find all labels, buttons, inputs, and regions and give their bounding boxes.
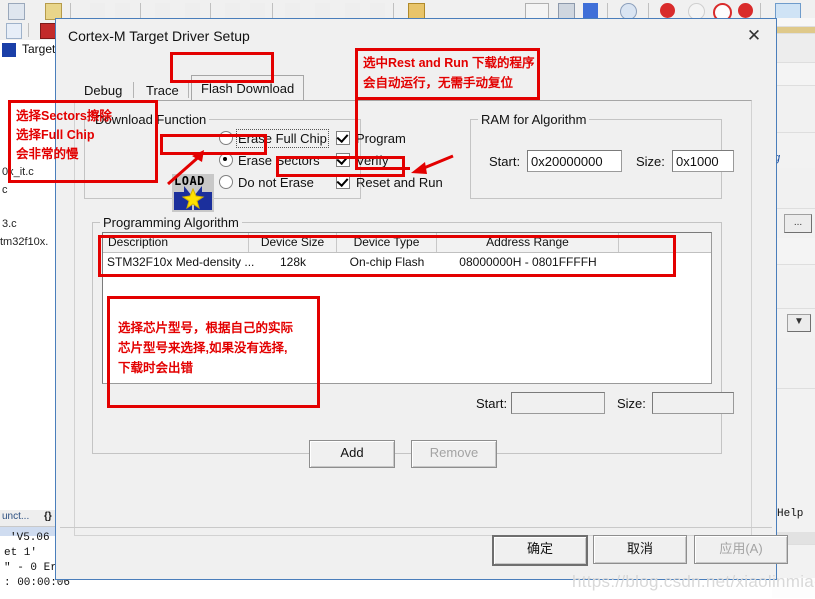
radio-indicator[interactable] <box>219 153 233 167</box>
annotation-top-line-2: 会自动运行，无需手动复位 <box>363 76 514 90</box>
toolbar-icon-new[interactable] <box>8 3 25 20</box>
remove-button[interactable]: Remove <box>411 440 497 468</box>
annotation-bottom-line-2: 芯片型号来选择,如果没有选择, <box>118 341 288 355</box>
annotation-highlight-table-row <box>98 235 676 277</box>
footer-divider <box>60 527 772 528</box>
output-tab-functions[interactable]: unct... <box>2 511 29 522</box>
radio-do-not-erase[interactable]: Do not Erase <box>219 175 314 190</box>
toolbar2-icon-stop[interactable] <box>40 23 56 39</box>
toolbar-icon-uncomment[interactable] <box>370 3 385 18</box>
algo-start-input[interactable] <box>511 392 605 414</box>
algo-size-label: Size: <box>617 396 646 411</box>
ok-button[interactable]: 确定 <box>492 535 588 566</box>
toolbar-icon-indent-left[interactable] <box>285 3 300 18</box>
ram-size-input[interactable]: 0x1000 <box>672 150 734 172</box>
project-load-icon <box>2 43 16 57</box>
checkbox-program[interactable]: Program <box>336 131 406 146</box>
help-button[interactable]: Help <box>777 508 803 520</box>
watermark: https://blog.csdn.net/xiaolinmiao0 <box>572 572 815 591</box>
tab-debug[interactable]: Debug <box>74 79 133 102</box>
code-line: tm32f10x. <box>0 236 49 248</box>
project-tab-target[interactable]: Target <box>22 42 55 56</box>
algo-size-input[interactable] <box>652 392 734 414</box>
checkbox-indicator[interactable] <box>336 175 350 189</box>
browse-button[interactable]: ... <box>784 214 812 233</box>
annotation-bottom-line-1: 选择芯片型号，根据自己的实际 <box>118 321 294 335</box>
ram-start-label: Start: <box>489 154 521 169</box>
radio-indicator[interactable] <box>219 175 233 189</box>
checkbox-indicator[interactable] <box>336 131 350 145</box>
apply-button[interactable]: 应用(A) <box>694 535 788 564</box>
toolbar-icon-breakpoint-kill[interactable] <box>738 3 753 18</box>
annotation-connector-vertical <box>355 98 358 170</box>
code-line: c <box>2 184 8 196</box>
annotation-connector-horizontal <box>355 167 410 170</box>
add-button[interactable]: Add <box>309 440 395 468</box>
ram-start-input[interactable]: 0x20000000 <box>527 150 622 172</box>
toolbar-icon-breakpoint-set[interactable] <box>660 3 675 18</box>
ram-for-algorithm-title: RAM for Algorithm <box>478 112 590 127</box>
toolbar-icon-download[interactable] <box>583 3 598 18</box>
arrow-to-reset-and-run-icon <box>411 154 454 174</box>
checkbox-label: Program <box>356 131 406 146</box>
toolbar-icon-bookmark[interactable] <box>225 3 240 18</box>
ram-size-label: Size: <box>636 154 665 169</box>
output-tab-vars[interactable]: {} <box>44 511 52 522</box>
algo-start-label: Start: <box>476 396 508 411</box>
dialog-title: Cortex-M Target Driver Setup <box>68 28 250 44</box>
annotation-highlight-flash-download-tab <box>170 52 274 83</box>
toolbar-icon-forward[interactable] <box>185 3 200 18</box>
arrow-to-erase-sectors-icon <box>167 150 204 186</box>
annotation-left-line-3: 会非常的慢 <box>16 147 79 161</box>
output-line: 'V5.06 <box>10 532 50 544</box>
toolbar2-icon-project[interactable] <box>6 23 22 39</box>
programming-algorithm-title: Programming Algorithm <box>100 215 242 230</box>
toolbar-icon-redo[interactable] <box>115 3 130 18</box>
close-icon[interactable]: ✕ <box>740 25 768 47</box>
toolbar-icon-undo[interactable] <box>90 3 105 18</box>
cancel-button[interactable]: 取消 <box>593 535 687 564</box>
annotation-left-line-1: 选择Sectors擦除 <box>16 109 112 123</box>
radio-label: Do not Erase <box>238 175 314 190</box>
toolbar-icon-comment[interactable] <box>345 3 360 18</box>
toolbar-icon-bookmark-clear[interactable] <box>250 3 265 18</box>
annotation-left-line-2: 选择Full Chip <box>16 128 95 142</box>
code-line: 3.c <box>2 218 17 230</box>
toolbar-icon-back[interactable] <box>155 3 170 18</box>
annotation-top-line-1: 选中Rest and Run 下载的程序 <box>363 56 535 70</box>
output-line: et 1' <box>4 547 38 559</box>
toolbar-icon-indent-right[interactable] <box>315 3 330 18</box>
annotation-bottom-line-3: 下载时会出错 <box>118 361 194 375</box>
chevron-down-icon[interactable]: ▼ <box>787 314 811 332</box>
